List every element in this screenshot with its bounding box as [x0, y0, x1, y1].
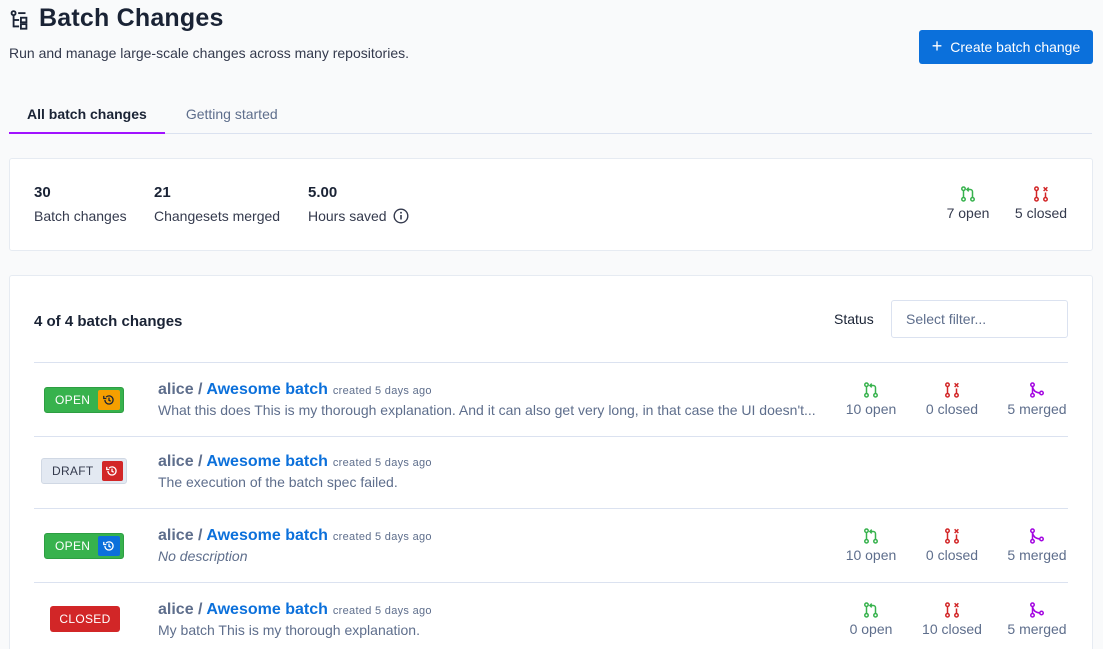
title-separator: /	[193, 453, 207, 470]
create-batch-change-button[interactable]: + Create batch change	[919, 30, 1093, 64]
changesets-closed-label: 0 closed	[925, 547, 979, 563]
changesets-closed-label: 0 closed	[925, 401, 979, 417]
pull-request-closed-icon	[943, 527, 961, 545]
stat-batch-changes: 30 Batch changes	[34, 184, 127, 224]
title-separator: /	[193, 527, 207, 544]
changesets-open-label: 10 open	[845, 401, 897, 417]
pull-request-merged-icon	[1028, 527, 1046, 545]
batch-changes-icon	[10, 10, 28, 30]
status-filter-input[interactable]	[891, 300, 1068, 338]
namespace-link[interactable]: alice	[158, 453, 194, 470]
batch-change-description: No description	[158, 548, 248, 564]
changesets-merged: 5 merged	[1004, 381, 1070, 417]
changesets-merged: 5 merged	[1004, 527, 1070, 563]
namespace-link[interactable]: alice	[158, 527, 194, 544]
changesets-open: 0 open	[842, 601, 900, 637]
created-timestamp: created 5 days ago	[332, 531, 432, 543]
batch-changes-list: 4 of 4 batch changes Status OPEN alice /…	[9, 275, 1093, 649]
batch-change-row: OPEN alice / Awesome batch created 5 days…	[34, 362, 1068, 436]
changesets-open-label: 10 open	[845, 547, 897, 563]
batch-change-description: My batch This is my thorough explanation…	[158, 622, 420, 638]
status-badge-closed: CLOSED	[50, 606, 120, 632]
batch-change-row: OPEN alice / Awesome batch created 5 days…	[34, 508, 1068, 582]
title-separator: /	[193, 601, 207, 618]
namespace-link[interactable]: alice	[158, 601, 194, 618]
stat-closed-changesets: 5 closed	[1012, 185, 1070, 221]
status-badge-label: OPEN	[55, 539, 91, 553]
created-timestamp: created 5 days ago	[332, 385, 432, 397]
batch-change-row: CLOSED alice / Awesome batch created 5 da…	[34, 582, 1068, 649]
tab-getting-started[interactable]: Getting started	[168, 96, 296, 134]
changesets-merged: 5 merged	[1004, 601, 1070, 637]
stat-label: Batch changes	[34, 208, 127, 224]
created-timestamp: created 5 days ago	[332, 457, 432, 469]
changesets-open: 10 open	[842, 381, 900, 417]
pull-request-merged-icon	[1028, 381, 1046, 399]
tab-bar: All batch changes Getting started	[9, 96, 1092, 134]
status-badge-open: OPEN	[44, 387, 124, 413]
changesets-open: 10 open	[842, 527, 900, 563]
pull-request-open-icon	[862, 601, 880, 619]
changesets-merged-label: 5 merged	[1007, 401, 1067, 417]
page-header: Batch Changes Run and manage large-scale…	[9, 4, 409, 61]
status-badge-label: OPEN	[55, 393, 91, 407]
stat-value: 5.00	[308, 184, 338, 201]
batch-change-title: alice / Awesome batch created 5 days ago	[158, 527, 432, 545]
changesets-closed: 0 closed	[920, 527, 984, 563]
plus-icon: +	[931, 36, 943, 56]
stat-open-changesets: 7 open	[944, 185, 992, 221]
batch-change-name-link[interactable]: Awesome batch	[206, 527, 328, 544]
pull-request-merged-icon	[1028, 601, 1046, 619]
page-subtitle: Run and manage large-scale changes acros…	[9, 45, 409, 61]
status-badge-draft: DRAFT	[41, 458, 127, 484]
stat-value: 21	[154, 184, 171, 201]
pull-request-open-icon	[862, 381, 880, 399]
changesets-closed: 10 closed	[914, 601, 990, 637]
stat-label: Hours saved	[308, 208, 387, 224]
info-icon[interactable]	[393, 208, 409, 224]
batch-change-name-link[interactable]: Awesome batch	[206, 381, 328, 398]
status-badge-label: DRAFT	[52, 464, 94, 478]
batch-changes-count: 4 of 4 batch changes	[34, 313, 183, 330]
history-icon	[98, 536, 120, 556]
batch-change-description: The execution of the batch spec failed.	[158, 474, 398, 490]
namespace-link[interactable]: alice	[158, 381, 194, 398]
batch-change-name-link[interactable]: Awesome batch	[206, 601, 328, 618]
batch-change-row: DRAFT alice / Awesome batch created 5 day…	[34, 436, 1068, 508]
batch-change-name-link[interactable]: Awesome batch	[206, 453, 328, 470]
stat-changesets-merged: 21 Changesets merged	[154, 184, 280, 224]
tab-all-batch-changes[interactable]: All batch changes	[9, 96, 165, 134]
stat-closed-label: 5 closed	[1014, 205, 1068, 221]
stat-label: Changesets merged	[154, 208, 281, 224]
history-icon	[101, 461, 123, 481]
stat-open-label: 7 open	[946, 205, 990, 221]
batch-change-title: alice / Awesome batch created 5 days ago	[158, 601, 432, 619]
status-badge-open: OPEN	[44, 533, 124, 559]
create-batch-change-label: Create batch change	[950, 39, 1081, 55]
stat-hours-saved: 5.00 Hours saved	[308, 184, 409, 224]
pull-request-closed-icon	[943, 381, 961, 399]
status-filter-label: Status	[834, 311, 874, 327]
pull-request-closed-icon	[943, 601, 961, 619]
title-separator: /	[193, 381, 207, 398]
pull-request-open-icon	[959, 185, 977, 203]
changesets-open-label: 0 open	[849, 621, 893, 637]
batch-change-description: What this does This is my thorough expla…	[158, 402, 816, 418]
page-title: Batch Changes	[39, 4, 224, 32]
stat-value: 30	[34, 184, 51, 201]
changesets-closed: 0 closed	[920, 381, 984, 417]
pull-request-open-icon	[862, 527, 880, 545]
batch-change-title: alice / Awesome batch created 5 days ago	[158, 381, 432, 399]
stats-card: 30 Batch changes 21 Changesets merged 5.…	[9, 158, 1093, 251]
pull-request-closed-icon	[1032, 185, 1050, 203]
changesets-merged-label: 5 merged	[1007, 547, 1067, 563]
history-icon	[98, 390, 120, 410]
created-timestamp: created 5 days ago	[332, 605, 432, 617]
batch-change-title: alice / Awesome batch created 5 days ago	[158, 453, 432, 471]
changesets-closed-label: 10 closed	[922, 621, 982, 637]
changesets-merged-label: 5 merged	[1007, 621, 1067, 637]
